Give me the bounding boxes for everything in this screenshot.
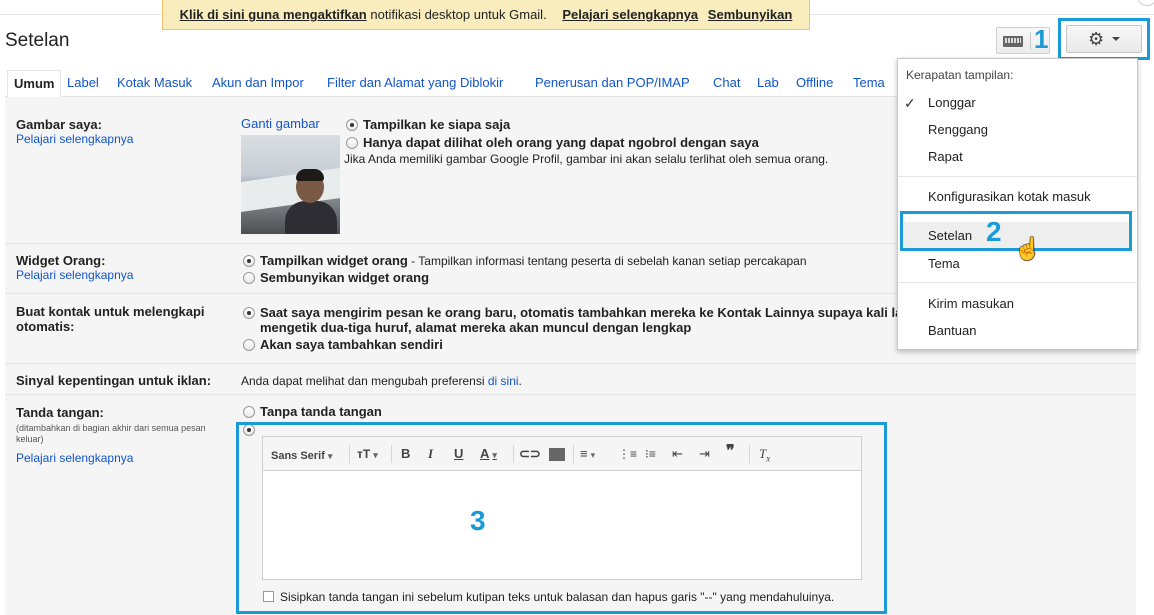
widget-label: Widget Orang:	[16, 253, 106, 268]
change-picture-link[interactable]: Ganti gambar	[241, 116, 320, 131]
menu-configure-inbox[interactable]: Konfigurasikan kotak masuk	[928, 189, 1091, 204]
picture-label: Gambar saya:	[16, 117, 102, 132]
menu-density-longgar[interactable]: Longgar	[928, 95, 976, 110]
contacts-radio-auto[interactable]	[243, 307, 255, 319]
contacts-label-1: Buat kontak untuk melengkapi	[16, 304, 205, 319]
widget-radio-show[interactable]	[243, 255, 255, 267]
profile-photo	[241, 135, 340, 234]
contacts-radio-manual[interactable]	[243, 339, 255, 351]
menu-density-heading: Kerapatan tampilan:	[906, 68, 1014, 82]
widget-opt-show: Tampilkan widget orang - Tampilkan infor…	[260, 253, 807, 268]
menu-density-renggang[interactable]: Renggang	[928, 122, 988, 137]
contacts-opt-auto-line1: Saat saya mengirim pesan ke orang baru, …	[260, 305, 903, 320]
tab-akun-dan-impor[interactable]: Akun dan Impor	[212, 75, 304, 90]
picture-opt-everyone: Tampilkan ke siapa saja	[363, 117, 511, 132]
check-icon: ✓	[904, 95, 916, 111]
setting-row-ads: Sinyal kepentingan untuk iklan: Anda dap…	[5, 364, 1136, 395]
tab-filter[interactable]: Filter dan Alamat yang Diblokir	[327, 75, 503, 90]
notification-text: notifikasi desktop untuk Gmail.	[370, 7, 547, 22]
notification-learn-more-link[interactable]: Pelajari selengkapnya	[562, 7, 698, 22]
avatar-edge	[1138, 0, 1154, 6]
tab-penerusan[interactable]: Penerusan dan POP/IMAP	[535, 75, 690, 90]
contacts-opt-manual: Akan saya tambahkan sendiri	[260, 337, 443, 352]
menu-theme[interactable]: Tema	[928, 256, 960, 271]
tab-offline[interactable]: Offline	[796, 75, 833, 90]
widget-radio-hide[interactable]	[243, 272, 255, 284]
picture-radio-chat-only[interactable]	[346, 137, 358, 149]
ads-here-link[interactable]: di sini	[488, 374, 519, 388]
tab-label[interactable]: Label	[67, 75, 99, 90]
menu-density-rapat[interactable]: Rapat	[928, 149, 963, 164]
keyboard-icon	[1003, 36, 1023, 47]
picture-opt-chat-only: Hanya dapat dilihat oleh orang yang dapa…	[363, 135, 759, 150]
signature-opt-none: Tanpa tanda tangan	[260, 404, 382, 419]
picture-learn-link[interactable]: Pelajari selengkapnya	[16, 132, 133, 146]
widget-opt-hide: Sembunyikan widget orang	[260, 270, 430, 285]
annotation-1: 1	[1034, 24, 1049, 54]
ads-text: Anda dapat melihat dan mengubah preferen…	[241, 374, 522, 388]
annotation-2: 2	[986, 216, 1002, 247]
settings-dropdown-menu: Kerapatan tampilan: ✓ Longgar Renggang R…	[897, 58, 1138, 350]
tab-umum[interactable]: Umum	[7, 70, 62, 98]
signature-note: (ditambahkan di bagian akhir dari semua …	[16, 423, 206, 444]
tab-chat[interactable]: Chat	[713, 75, 740, 90]
page-title: Setelan	[5, 30, 70, 51]
menu-help[interactable]: Bantuan	[928, 323, 976, 338]
signature-learn-link[interactable]: Pelajari selengkapnya	[16, 451, 133, 465]
tab-lab[interactable]: Lab	[757, 75, 779, 90]
menu-send-feedback[interactable]: Kirim masukan	[928, 296, 1014, 311]
signature-label: Tanda tangan:	[16, 405, 104, 420]
contacts-opt-auto-line2: mengetik dua-tiga huruf, alamat mereka a…	[260, 320, 692, 335]
tab-kotak-masuk[interactable]: Kotak Masuk	[117, 75, 192, 90]
widget-learn-link[interactable]: Pelajari selengkapnya	[16, 268, 133, 282]
notification-hide-link[interactable]: Sembunyikan	[708, 7, 793, 22]
desktop-notification-bar: Klik di sini guna mengaktifkan notifikas…	[162, 0, 810, 30]
annotation-3: 3	[470, 505, 486, 536]
highlight-gear	[1058, 18, 1150, 60]
tab-tema[interactable]: Tema	[853, 75, 885, 90]
contacts-label-2: otomatis:	[16, 319, 75, 334]
picture-note: Jika Anda memiliki gambar Google Profil,…	[344, 152, 829, 166]
highlight-editor	[236, 422, 887, 614]
picture-radio-everyone[interactable]	[346, 119, 358, 131]
enable-notifications-link[interactable]: Klik di sini guna mengaktifkan	[180, 7, 367, 22]
signature-radio-none[interactable]	[243, 406, 255, 418]
ads-label: Sinyal kepentingan untuk iklan:	[16, 373, 212, 388]
hand-cursor-icon: ☝	[1014, 236, 1042, 261]
